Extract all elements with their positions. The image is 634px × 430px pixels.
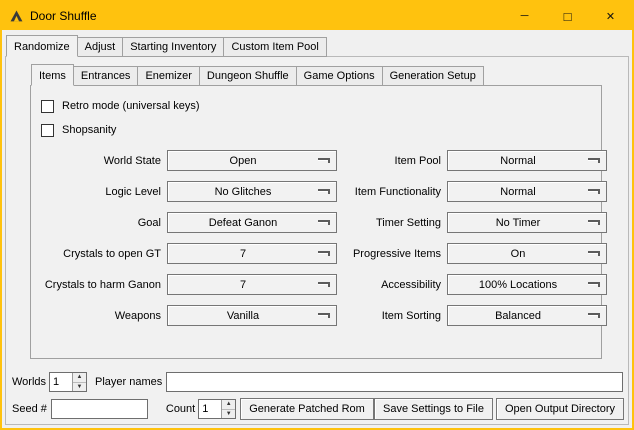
items-pane: Retro mode (universal keys) Shopsanity W…	[30, 85, 602, 359]
checkbox-icon[interactable]	[41, 124, 54, 137]
checkbox-icon[interactable]	[41, 100, 54, 113]
tab-game-options[interactable]: Game Options	[296, 66, 383, 86]
field-label: Progressive Items	[343, 248, 441, 260]
dropdown-item-pool[interactable]: Normal	[447, 150, 607, 171]
field-label: Crystals to open GT	[35, 248, 161, 260]
dropdown-indicator-icon	[318, 282, 330, 287]
dropdown-crystals-harm-ganon[interactable]: 7	[167, 274, 337, 295]
checkbox-label: Retro mode (universal keys)	[62, 100, 200, 112]
app-icon	[10, 10, 23, 23]
save-settings-button[interactable]: Save Settings to File	[374, 398, 493, 420]
titlebar[interactable]: Door Shuffle ─ □ ✕	[2, 2, 632, 30]
generate-patched-rom-button[interactable]: Generate Patched Rom	[240, 398, 374, 420]
dropdown-timer-setting[interactable]: No Timer	[447, 212, 607, 233]
field-label: Crystals to harm Ganon	[35, 279, 161, 291]
spin-down-icon[interactable]: ▼	[73, 382, 86, 392]
tab-adjust[interactable]: Adjust	[77, 37, 124, 57]
dropdown-indicator-icon	[588, 158, 600, 163]
player-names-label: Player names	[95, 376, 162, 388]
close-icon[interactable]: ✕	[589, 2, 632, 30]
dropdown-indicator-icon	[588, 313, 600, 318]
seed-row: Seed # Count ▲ ▼ Generate Patched Rom Sa…	[12, 398, 624, 420]
retro-mode-checkbox[interactable]: Retro mode (universal keys)	[35, 94, 593, 118]
field-label: Item Sorting	[343, 310, 441, 322]
tab-entrances[interactable]: Entrances	[73, 66, 139, 86]
field-label: Goal	[35, 217, 161, 229]
dropdown-indicator-icon	[318, 220, 330, 225]
spin-up-icon[interactable]: ▲	[73, 373, 86, 382]
checkbox-label: Shopsanity	[62, 124, 116, 136]
dropdown-indicator-icon	[318, 189, 330, 194]
inner-tab-bar: Items Entrances Enemizer Dungeon Shuffle…	[31, 66, 602, 86]
field-label: Timer Setting	[343, 217, 441, 229]
field-label: Item Pool	[343, 155, 441, 167]
dropdown-indicator-icon	[588, 189, 600, 194]
inner-notebook: Items Entrances Enemizer Dungeon Shuffle…	[30, 64, 602, 359]
dropdown-indicator-icon	[588, 251, 600, 256]
dropdown-indicator-icon	[318, 251, 330, 256]
dropdown-accessibility[interactable]: 100% Locations	[447, 274, 607, 295]
tab-randomize[interactable]: Randomize	[6, 35, 78, 57]
tab-items[interactable]: Items	[31, 64, 74, 86]
outer-tab-bar: Randomize Adjust Starting Inventory Cust…	[6, 37, 632, 57]
field-label: Item Functionality	[343, 186, 441, 198]
player-names-input[interactable]	[166, 372, 623, 392]
field-label: Logic Level	[35, 186, 161, 198]
minimize-icon[interactable]: ─	[503, 2, 546, 30]
worlds-label: Worlds	[12, 376, 46, 388]
window-controls: ─ □ ✕	[503, 2, 632, 30]
dropdown-logic-level[interactable]: No Glitches	[167, 181, 337, 202]
dropdown-item-sorting[interactable]: Balanced	[447, 305, 607, 326]
dropdown-indicator-icon	[588, 220, 600, 225]
spin-down-icon[interactable]: ▼	[222, 409, 235, 419]
dropdown-goal[interactable]: Defeat Ganon	[167, 212, 337, 233]
seed-input[interactable]	[51, 399, 148, 419]
dropdown-indicator-icon	[588, 282, 600, 287]
shopsanity-checkbox[interactable]: Shopsanity	[35, 118, 593, 142]
tab-custom-item-pool[interactable]: Custom Item Pool	[223, 37, 326, 57]
count-input[interactable]	[199, 400, 221, 418]
window-body: Randomize Adjust Starting Inventory Cust…	[2, 30, 632, 428]
tab-generation-setup[interactable]: Generation Setup	[382, 66, 484, 86]
dropdown-indicator-icon	[318, 313, 330, 318]
worlds-row: Worlds ▲ ▼ Player names	[12, 371, 624, 393]
dropdown-weapons[interactable]: Vanilla	[167, 305, 337, 326]
window: Door Shuffle ─ □ ✕ Randomize Adjust Star…	[0, 0, 634, 430]
count-spinbox[interactable]: ▲ ▼	[198, 399, 236, 419]
open-output-directory-button[interactable]: Open Output Directory	[496, 398, 624, 420]
settings-grid: World State Open Item Pool Normal Logic …	[35, 150, 593, 326]
window-title: Door Shuffle	[30, 9, 97, 23]
maximize-icon[interactable]: □	[546, 2, 589, 30]
tab-dungeon-shuffle[interactable]: Dungeon Shuffle	[199, 66, 297, 86]
dropdown-item-functionality[interactable]: Normal	[447, 181, 607, 202]
field-label: Accessibility	[343, 279, 441, 291]
dropdown-crystals-open-gt[interactable]: 7	[167, 243, 337, 264]
tab-starting-inventory[interactable]: Starting Inventory	[122, 37, 224, 57]
dropdown-world-state[interactable]: Open	[167, 150, 337, 171]
bottom-controls: Worlds ▲ ▼ Player names Seed # Count	[6, 371, 628, 424]
tab-enemizer[interactable]: Enemizer	[137, 66, 199, 86]
worlds-spinbox[interactable]: ▲ ▼	[49, 372, 87, 392]
field-label: World State	[35, 155, 161, 167]
field-label: Weapons	[35, 310, 161, 322]
count-label: Count	[166, 403, 195, 415]
randomize-pane: Items Entrances Enemizer Dungeon Shuffle…	[5, 56, 629, 425]
dropdown-indicator-icon	[318, 158, 330, 163]
dropdown-progressive-items[interactable]: On	[447, 243, 607, 264]
spin-up-icon[interactable]: ▲	[222, 400, 235, 409]
worlds-input[interactable]	[50, 373, 72, 391]
seed-label: Seed #	[12, 403, 47, 415]
